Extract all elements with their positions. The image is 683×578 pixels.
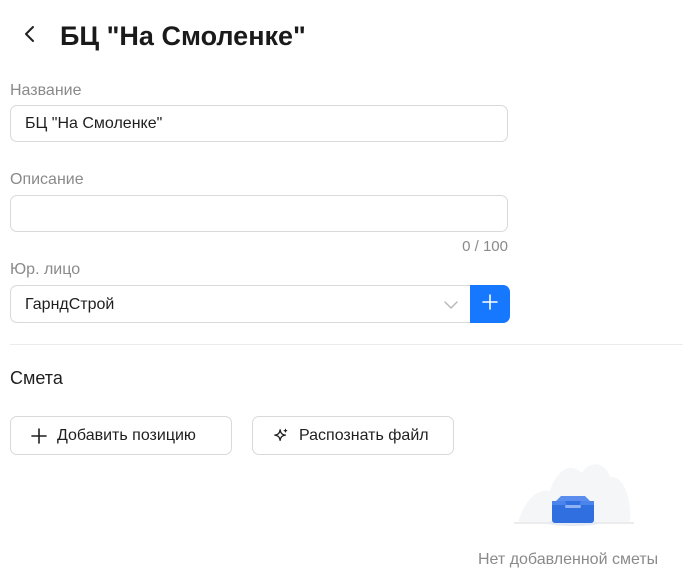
chevron-down-icon	[443, 297, 459, 313]
empty-box-icon	[510, 455, 638, 535]
empty-estimate-text: Нет добавленной сметы	[478, 551, 659, 568]
description-field-label: Описание	[10, 171, 84, 188]
name-field-label: Название	[10, 82, 82, 99]
chevron-left-icon	[22, 25, 38, 48]
page-header: БЦ "На Смоленке"	[0, 0, 683, 72]
description-char-counter: 0 / 100	[462, 238, 508, 255]
legal-entity-select[interactable]: ГарндСтрой	[10, 285, 471, 323]
recognize-file-label: Распознать файл	[299, 426, 429, 444]
add-position-label: Добавить позицию	[57, 426, 196, 444]
add-position-button[interactable]: Добавить позицию	[10, 416, 232, 455]
page-title: БЦ "На Смоленке"	[60, 21, 306, 51]
legal-entity-selected-value: ГарндСтрой	[25, 296, 115, 313]
back-button[interactable]	[16, 22, 44, 50]
section-divider	[10, 344, 683, 345]
plus-icon	[31, 427, 47, 444]
estimate-section-title: Смета	[10, 368, 63, 388]
sparkle-icon	[273, 428, 289, 444]
legal-entity-field-label: Юр. лицо	[10, 261, 81, 278]
add-legal-entity-button[interactable]	[470, 285, 510, 323]
plus-icon	[482, 293, 498, 315]
recognize-file-button[interactable]: Распознать файл	[252, 416, 454, 455]
description-input[interactable]	[10, 195, 508, 232]
name-input[interactable]	[10, 105, 508, 142]
